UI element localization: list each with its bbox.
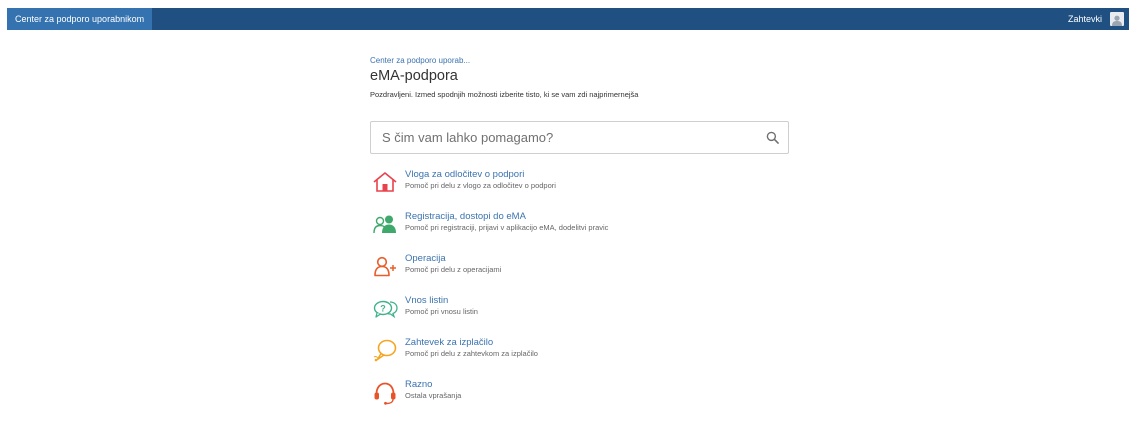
request-type-list: Vloga za odločitev o podpori Pomoč pri d… (370, 169, 789, 421)
avatar[interactable] (1110, 12, 1124, 26)
request-type-description: Pomoč pri vnosu listin (405, 307, 478, 316)
add-user-icon (374, 256, 396, 277)
search-input[interactable] (382, 130, 756, 145)
svg-text:?: ? (380, 304, 386, 314)
request-type-description: Pomoč pri delu z operacijami (405, 265, 502, 274)
request-type-description: Pomoč pri delu z zahtevkom za izplačilo (405, 349, 538, 358)
request-type-razno[interactable]: Razno Ostala vprašanja (370, 379, 789, 421)
page-title: eMA-podpora (370, 68, 458, 84)
house-icon (373, 172, 397, 192)
users-icon (373, 215, 396, 234)
search-button[interactable] (756, 122, 788, 153)
request-type-description: Pomoč pri delu z vlogo za odločitev o po… (405, 181, 556, 190)
request-type-label: Vloga za odločitev o podpori (405, 169, 525, 180)
breadcrumb[interactable]: Center za podporo uporab... (370, 56, 790, 65)
user-avatar-icon (1112, 15, 1122, 26)
request-type-label: Registracija, dostopi do eMA (405, 211, 526, 222)
request-type-vloga[interactable]: Vloga za odločitev o podpori Pomoč pri d… (370, 169, 789, 211)
request-type-description: Pomoč pri registraciji, prijavi v aplika… (405, 223, 609, 232)
request-type-operacija[interactable]: Operacija Pomoč pri delu z operacijami (370, 253, 789, 295)
request-type-vnos-listin[interactable]: ? Vnos listin Pomoč pri vnosu listin (370, 295, 789, 337)
search-icon (766, 131, 779, 144)
help-center-home-link[interactable]: Center za podporo uporabnikom (7, 8, 153, 30)
request-type-description: Ostala vprašanja (405, 391, 462, 400)
request-type-label: Zahtevek za izplačilo (405, 337, 494, 348)
request-type-registracija[interactable]: Registracija, dostopi do eMA Pomoč pri r… (370, 211, 789, 253)
portal-content: Center za podporo uporab... eMA-podpora … (370, 56, 790, 405)
user-navigation: Zahtevki (1068, 8, 1129, 30)
headset-icon (374, 382, 396, 405)
requests-link[interactable]: Zahtevki (1068, 14, 1102, 24)
page-subtitle: Pozdravljeni. Izmed spodnjih možnosti iz… (370, 90, 639, 99)
search-box (370, 121, 789, 154)
question-bubble-icon: ? (373, 300, 398, 319)
top-navigation-bar: Center za podporo uporabnikom Zahtevki (7, 8, 1129, 30)
request-type-zahtevek[interactable]: Zahtevek za izplačilo Pomoč pri delu z z… (370, 337, 789, 379)
request-type-label: Razno (405, 379, 433, 390)
request-type-label: Vnos listin (405, 295, 449, 306)
chat-bubble-icon (373, 339, 397, 362)
request-type-label: Operacija (405, 253, 446, 264)
